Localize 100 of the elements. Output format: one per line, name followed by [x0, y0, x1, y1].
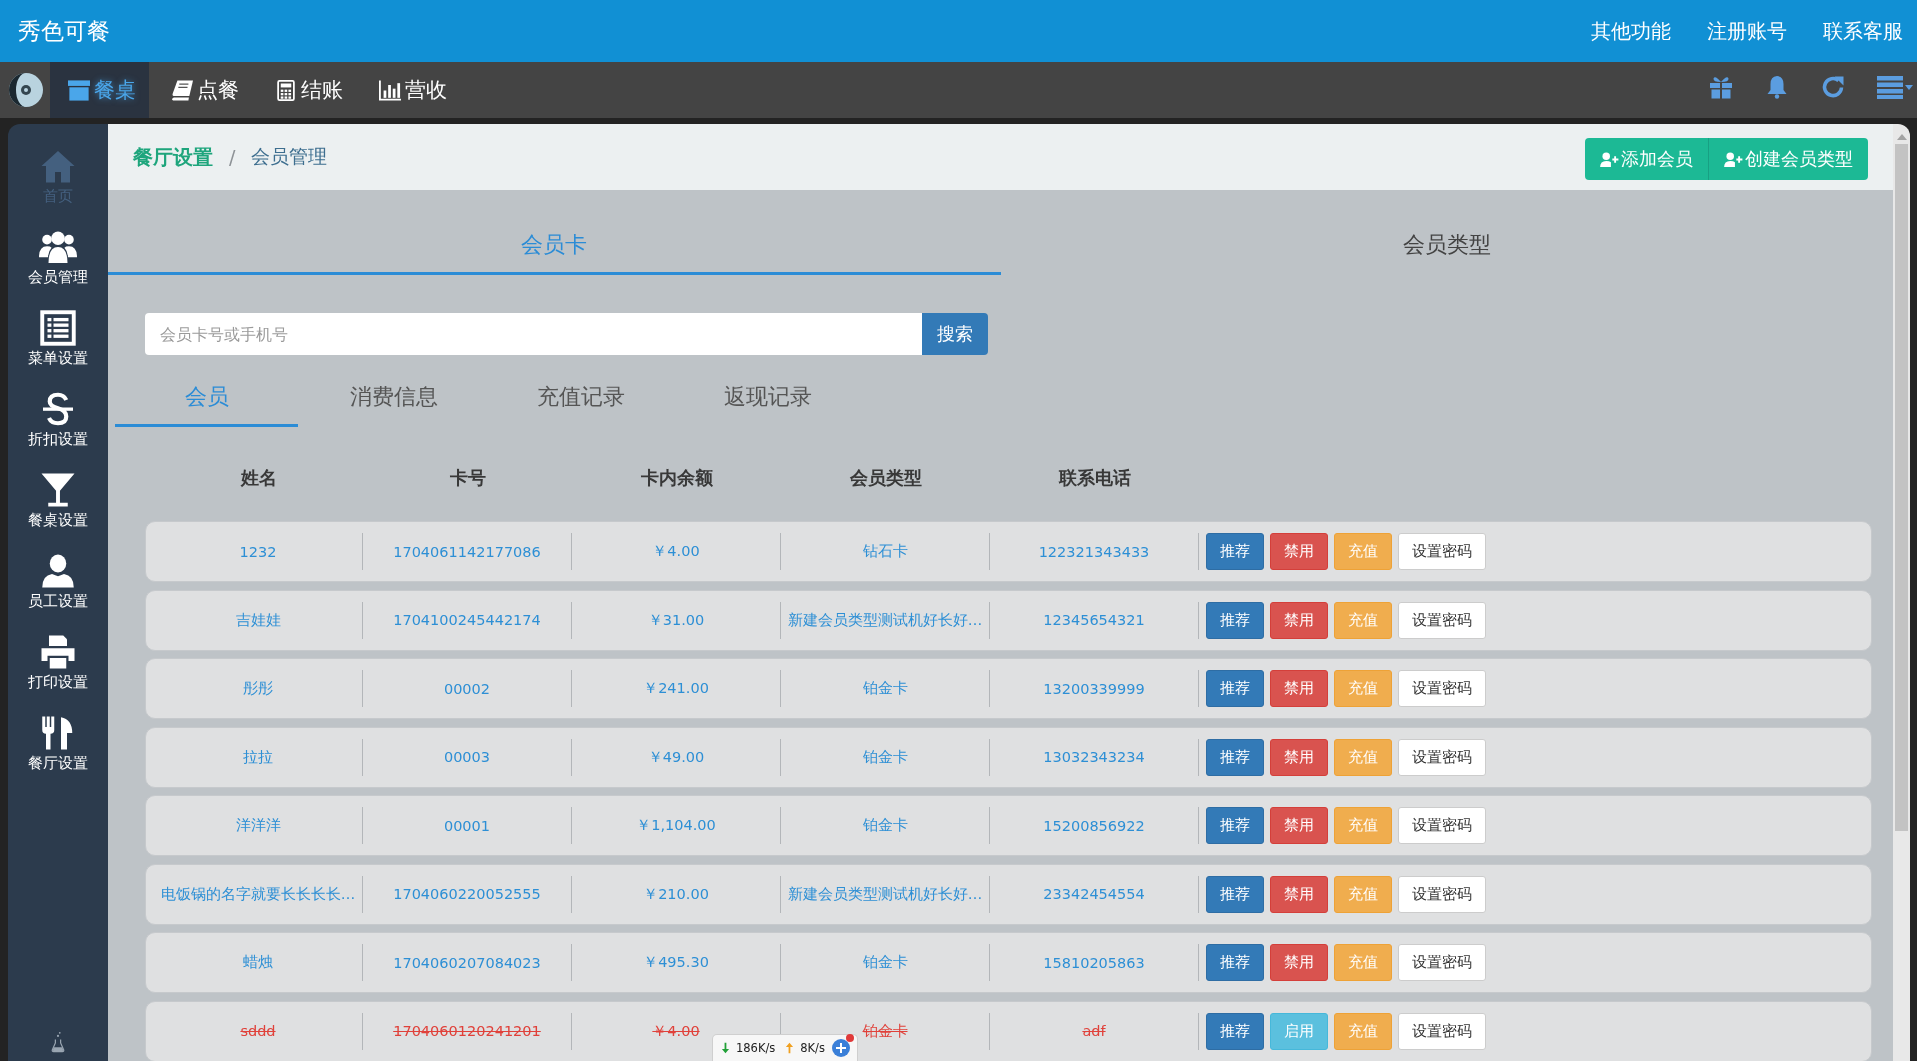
scrollbar-thumb[interactable] — [1895, 144, 1908, 831]
breadcrumb-separator: / — [229, 146, 236, 168]
header-link[interactable]: 联系客服 — [1823, 17, 1903, 45]
printer-icon — [39, 634, 77, 670]
table-cell: 00002 — [363, 670, 572, 707]
table-cell: 洋洋洋 — [154, 807, 363, 844]
list-icon — [39, 310, 77, 346]
column-header: 会员类型 — [848, 466, 923, 490]
table-cell: 15810205863 — [990, 944, 1199, 981]
search-button[interactable]: 搜索 — [922, 313, 988, 355]
notification-dot-icon — [846, 1034, 854, 1042]
user-plus-icon — [1724, 151, 1743, 167]
table-cell: adf — [990, 1012, 1199, 1050]
set-password-button[interactable]: 设置密码 — [1398, 601, 1486, 639]
refresh-icon[interactable] — [1821, 75, 1845, 99]
scroll-up-arrow-icon[interactable] — [1896, 134, 1907, 140]
set-password-button[interactable]: 设置密码 — [1398, 807, 1486, 844]
table-cell: 电饭锅的名字就要长长长长… — [154, 875, 363, 913]
table-cell: 1704060120241201 — [363, 1012, 572, 1050]
recommend-button[interactable]: 推荐 — [1206, 875, 1264, 913]
sidebar-item[interactable]: 菜单设置 — [28, 310, 88, 368]
tab[interactable]: 返现记录 — [676, 368, 859, 427]
table-cell: ￥31.00 — [572, 601, 781, 639]
breadcrumb-link[interactable]: 餐厅设置 — [133, 143, 213, 171]
table-cell: ￥495.30 — [572, 944, 781, 981]
search-field[interactable]: 会员卡号或手机号 — [145, 313, 922, 355]
recommend-button[interactable]: 推荐 — [1206, 944, 1264, 981]
table-cell: ￥1,104.00 — [572, 807, 781, 844]
header-link[interactable]: 其他功能 — [1591, 17, 1671, 45]
disc-logo-icon[interactable] — [8, 72, 44, 108]
breadcrumb-current: 会员管理 — [251, 144, 328, 169]
disable-button[interactable]: 禁用 — [1270, 533, 1328, 570]
disable-button[interactable]: 禁用 — [1270, 875, 1328, 913]
table-cell: 铂金卡 — [781, 670, 990, 707]
table-cell: ￥210.00 — [572, 875, 781, 913]
tab[interactable]: 会员类型 — [1000, 222, 1893, 275]
sidebar-item[interactable]: 折扣设置 — [28, 391, 88, 449]
table-cell: 铂金卡 — [781, 944, 990, 981]
home-icon — [39, 148, 77, 184]
disable-button[interactable]: 禁用 — [1270, 807, 1328, 844]
bar-chart-icon — [379, 79, 401, 101]
tab[interactable]: 充值记录 — [489, 368, 672, 427]
set-password-button[interactable]: 设置密码 — [1398, 944, 1486, 981]
recommend-button[interactable]: 推荐 — [1206, 807, 1264, 844]
table-cell: 吉娃娃 — [154, 601, 363, 639]
set-password-button[interactable]: 设置密码 — [1398, 670, 1486, 707]
nav-tab[interactable]: 餐桌 — [50, 62, 149, 118]
table-cell: 00003 — [363, 738, 572, 776]
recommend-button[interactable]: 推荐 — [1206, 738, 1264, 776]
table-cell: 13032343234 — [990, 738, 1199, 776]
nav-tab[interactable]: 结账 — [253, 62, 357, 118]
table-cell: 新建会员类型测试机好长好… — [781, 875, 990, 913]
disable-button[interactable]: 禁用 — [1270, 944, 1328, 981]
header-link[interactable]: 注册账号 — [1707, 17, 1787, 45]
table-cell: 1704060207084023 — [363, 944, 572, 981]
table-cell: ￥49.00 — [572, 738, 781, 776]
users-icon — [39, 229, 77, 265]
table-cell: 1704060220052555 — [363, 875, 572, 913]
scrollbar[interactable] — [1893, 124, 1910, 1061]
recommend-button[interactable]: 推荐 — [1206, 670, 1264, 707]
app-title: 秀色可餐 — [18, 16, 110, 46]
recommend-button[interactable]: 推荐 — [1206, 601, 1264, 639]
add-member-button[interactable]: 添加会员 — [1585, 138, 1709, 180]
table-cell: 钻石卡 — [781, 533, 990, 570]
download-speed: 186K/s — [735, 1041, 776, 1055]
set-password-button[interactable]: 设置密码 — [1398, 533, 1486, 570]
sidebar-item[interactable]: 打印设置 — [28, 634, 88, 692]
tab[interactable]: 消费信息 — [302, 368, 485, 427]
menu-icon[interactable] — [1877, 75, 1903, 99]
disable-button[interactable]: 禁用 — [1270, 670, 1328, 707]
set-password-button[interactable]: 设置密码 — [1398, 738, 1486, 776]
column-header: 卡内余额 — [639, 466, 714, 490]
caret-icon[interactable] — [1905, 84, 1913, 90]
book-icon — [171, 79, 193, 101]
column-header: 卡号 — [448, 466, 487, 490]
table-cell: 23342454554 — [990, 875, 1199, 913]
recommend-button[interactable]: 推荐 — [1206, 533, 1264, 570]
table-cell: 1704061142177086 — [363, 533, 572, 570]
column-header: 联系电话 — [1057, 466, 1132, 490]
sidebar-item[interactable]: 会员管理 — [28, 229, 88, 287]
bell-icon[interactable] — [1765, 75, 1789, 99]
sidebar-item[interactable]: 餐桌设置 — [28, 472, 88, 530]
create-member-type-button[interactable]: 创建会员类型 — [1709, 138, 1868, 180]
table-cell: 12345654321 — [990, 601, 1199, 639]
down-arrow-icon — [721, 1042, 730, 1054]
table-cell: 13200339999 — [990, 670, 1199, 707]
disable-button[interactable]: 禁用 — [1270, 601, 1328, 639]
add-icon[interactable] — [831, 1038, 851, 1058]
flask-icon[interactable] — [51, 1031, 65, 1053]
up-arrow-icon — [785, 1042, 795, 1054]
gift-icon[interactable] — [1709, 75, 1733, 99]
sidebar-item[interactable]: 餐厅设置 — [28, 715, 88, 773]
table-cell: 1232 — [154, 533, 363, 570]
nav-tab[interactable]: 营收 — [357, 62, 461, 118]
disable-button[interactable]: 禁用 — [1270, 738, 1328, 776]
set-password-button[interactable]: 设置密码 — [1398, 875, 1486, 913]
nav-tab[interactable]: 点餐 — [149, 62, 253, 118]
cocktail-glass-icon — [39, 472, 77, 508]
table-cell: 蜡烛 — [154, 944, 363, 981]
sidebar-item[interactable]: 员工设置 — [28, 553, 88, 611]
